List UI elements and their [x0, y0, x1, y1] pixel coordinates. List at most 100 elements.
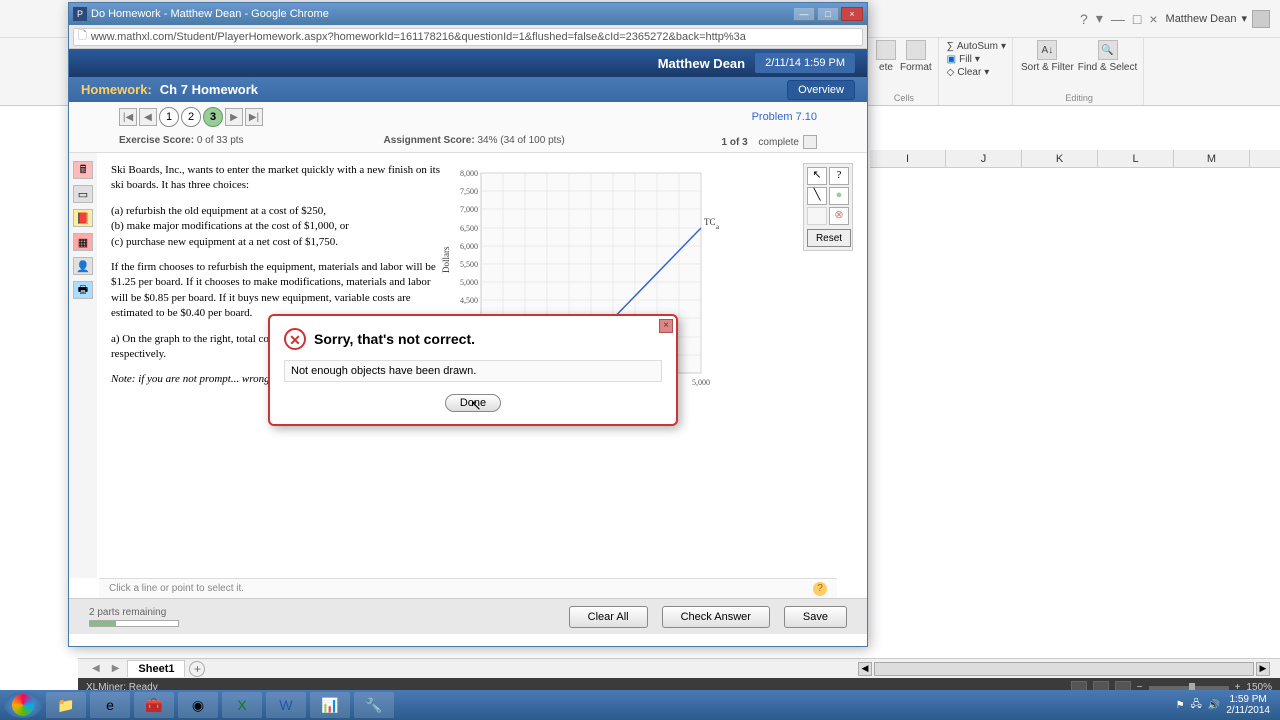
reset-button[interactable]: Reset: [807, 229, 851, 247]
maximize-button[interactable]: □: [817, 7, 839, 21]
svg-text:5,500: 5,500: [460, 260, 478, 269]
spreadsheet-grid[interactable]: I J K L M: [870, 150, 1280, 670]
sheet-nav-prev-icon[interactable]: ◀: [88, 663, 104, 674]
parts-remaining: 2 parts remaining: [89, 607, 179, 618]
first-question-icon[interactable]: |◀: [119, 108, 137, 126]
textbook-icon[interactable]: 📕: [73, 209, 93, 227]
zoom-slider[interactable]: [1149, 686, 1229, 690]
footer-bar: 2 parts remaining Clear All Check Answer…: [69, 598, 867, 634]
task-excel-icon[interactable]: X: [222, 692, 262, 718]
autosum-button[interactable]: ∑AutoSum▾: [947, 40, 1006, 53]
done-button[interactable]: Done: [445, 394, 501, 412]
col-header[interactable]: K: [1022, 150, 1098, 167]
delete-tool-icon[interactable]: ⊗: [829, 207, 849, 225]
sheet-nav-next-icon[interactable]: ▶: [108, 663, 124, 674]
svg-text:6,000: 6,000: [460, 242, 478, 251]
task-app-icon[interactable]: 🧰: [134, 692, 174, 718]
assignment-score-value: 34% (34 of 100 pts): [477, 135, 564, 146]
task-word-icon[interactable]: W: [266, 692, 306, 718]
popout-icon[interactable]: [803, 135, 817, 149]
hw-label: Homework:: [81, 82, 152, 97]
homework-bar: Homework: Ch 7 Homework Overview: [69, 77, 867, 102]
help-tool-icon[interactable]: ?: [829, 167, 849, 185]
clear-button[interactable]: ◇Clear▾: [947, 66, 1006, 79]
svg-text:TC: TC: [704, 217, 716, 227]
completion-word: complete: [758, 137, 799, 148]
user-name-label: Matthew Dean: [1166, 13, 1237, 25]
start-button[interactable]: [4, 692, 42, 718]
minimize-icon[interactable]: —: [1111, 11, 1125, 27]
exercise-score-value: 0 of 33 pts: [197, 135, 244, 146]
table-icon[interactable]: ▦: [73, 233, 93, 251]
svg-text:4,500: 4,500: [460, 296, 478, 305]
hscroll-left-icon[interactable]: ◀: [858, 662, 872, 676]
clear-all-button[interactable]: Clear All: [569, 606, 648, 628]
tray-sound-icon[interactable]: 🔊: [1208, 700, 1220, 711]
chrome-titlebar[interactable]: P Do Homework - Matthew Dean - Google Ch…: [69, 3, 867, 25]
col-header[interactable]: I: [870, 150, 946, 167]
format-button[interactable]: Format: [900, 40, 932, 73]
help-icon[interactable]: ?: [1080, 11, 1088, 27]
problem-label: Problem 7.10: [752, 111, 817, 123]
close-icon[interactable]: ×: [1149, 11, 1157, 27]
task-app2-icon[interactable]: 📊: [310, 692, 350, 718]
prev-question-icon[interactable]: ◀: [139, 108, 157, 126]
last-question-icon[interactable]: ▶|: [245, 108, 263, 126]
task-chrome-icon[interactable]: ◉: [178, 692, 218, 718]
page-icon: 🗋: [78, 28, 87, 46]
pointer-tool-icon[interactable]: ↖: [807, 167, 827, 185]
col-header[interactable]: J: [946, 150, 1022, 167]
close-button[interactable]: ×: [841, 7, 863, 21]
task-explorer-icon[interactable]: 📁: [46, 692, 86, 718]
dialog-message: Not enough objects have been drawn.: [284, 360, 662, 382]
cells-group-label: Cells: [894, 93, 914, 103]
sort-filter-button[interactable]: A↓Sort & Filter: [1021, 40, 1074, 73]
header-user: Matthew Dean: [658, 56, 745, 71]
url-text: www.mathxl.com/Student/PlayerHomework.as…: [91, 31, 746, 43]
line-tool-icon[interactable]: ╲: [807, 187, 827, 205]
tray-flag-icon[interactable]: ⚑: [1176, 700, 1185, 711]
hint-help-icon[interactable]: ?: [813, 582, 827, 596]
url-input[interactable]: 🗋 www.mathxl.com/Student/PlayerHomework.…: [73, 28, 863, 46]
error-icon: ✕: [284, 328, 306, 350]
dialog-close-icon[interactable]: ×: [659, 319, 673, 333]
svg-text:5,000: 5,000: [692, 378, 710, 387]
fill-button[interactable]: ▣Fill▾: [947, 53, 1006, 66]
assignment-score-label: Assignment Score:: [384, 135, 475, 146]
completion-count: 1 of 3: [722, 137, 748, 148]
calculator-icon[interactable]: 🖩: [73, 161, 93, 179]
task-ie-icon[interactable]: e: [90, 692, 130, 718]
col-header[interactable]: L: [1098, 150, 1174, 167]
app-header: Matthew Dean 2/11/14 1:59 PM: [69, 49, 867, 77]
save-button[interactable]: Save: [784, 606, 847, 628]
video-icon[interactable]: ▭: [73, 185, 93, 203]
tray-network-icon[interactable]: 🖧: [1191, 697, 1202, 714]
window-title: Do Homework - Matthew Dean - Google Chro…: [91, 8, 329, 20]
check-answer-button[interactable]: Check Answer: [662, 606, 770, 628]
editing-group-label: Editing: [1065, 93, 1093, 103]
y-axis-label: Dollars: [441, 246, 451, 273]
question-number[interactable]: 1: [159, 107, 179, 127]
col-header[interactable]: M: [1174, 150, 1250, 167]
sheet-tab[interactable]: Sheet1: [127, 660, 185, 677]
excel-user[interactable]: Matthew Dean▾: [1166, 10, 1270, 28]
question-number[interactable]: 2: [181, 107, 201, 127]
next-question-icon[interactable]: ▶: [225, 108, 243, 126]
restore-icon[interactable]: □: [1133, 11, 1141, 27]
question-number[interactable]: 3: [203, 107, 223, 127]
user-avatar-icon: [1252, 10, 1270, 28]
minimize-button[interactable]: —: [793, 7, 815, 21]
tray-clock[interactable]: 1:59 PM 2/11/2014: [1226, 694, 1270, 716]
find-select-button[interactable]: 🔍Find & Select: [1078, 40, 1137, 73]
print-icon[interactable]: 🖶: [73, 281, 93, 299]
task-app3-icon[interactable]: 🔧: [354, 692, 394, 718]
ribbon-collapse-icon[interactable]: ▾: [1096, 10, 1103, 27]
delete-button[interactable]: ete: [876, 40, 896, 73]
help-me-icon[interactable]: 👤: [73, 257, 93, 275]
svg-text:7,500: 7,500: [460, 187, 478, 196]
point-tool-icon[interactable]: ●: [829, 187, 849, 205]
svg-text:6,500: 6,500: [460, 224, 478, 233]
add-sheet-button[interactable]: +: [189, 661, 205, 677]
overview-button[interactable]: Overview: [787, 80, 855, 100]
hscroll-right-icon[interactable]: ▶: [1256, 662, 1270, 676]
